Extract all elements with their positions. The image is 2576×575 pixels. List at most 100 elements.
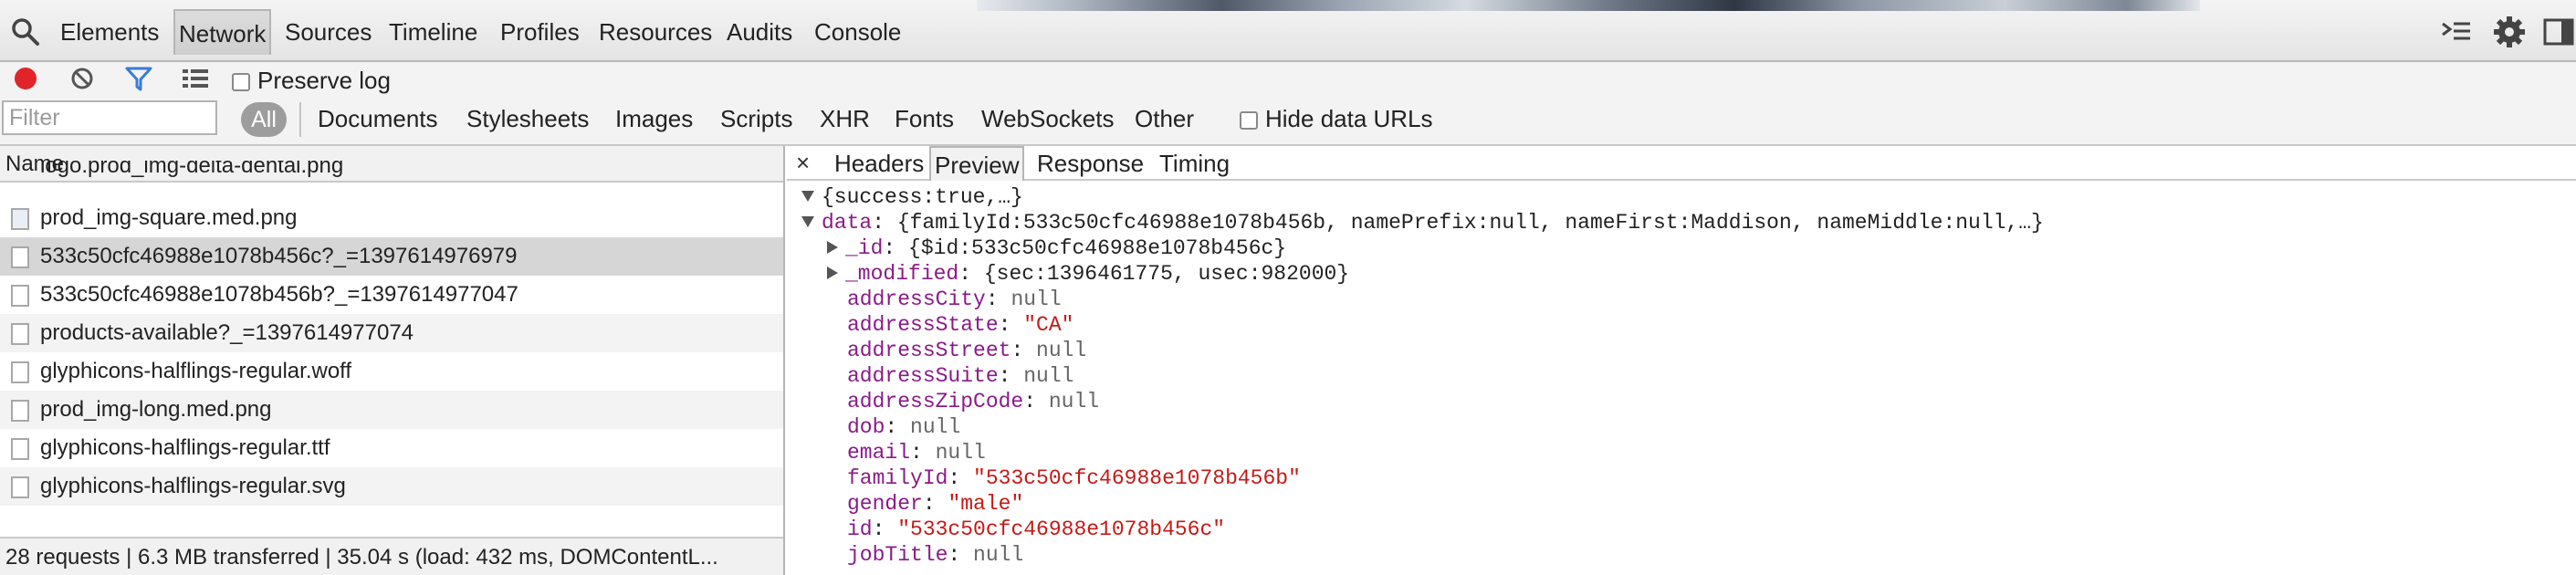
search-icon[interactable] <box>9 16 42 48</box>
request-name: glyphicons-halflings-regular.svg <box>40 474 346 498</box>
expand-triangle-icon[interactable] <box>801 216 814 227</box>
devtools-window: Elements Network Sources Timeline Profil… <box>0 0 2576 575</box>
collapse-triangle-icon[interactable] <box>827 267 838 279</box>
json-field: familyId: "533c50cfc46988e1078b456b" <box>847 466 1301 490</box>
large-rows-icon[interactable] <box>181 64 210 93</box>
filter-fonts[interactable]: Fonts <box>895 100 954 137</box>
image-file-icon <box>11 400 29 422</box>
preserve-log-box[interactable] <box>232 73 250 91</box>
tab-response[interactable]: Response <box>1033 146 1147 181</box>
broken-image-icon <box>11 208 29 230</box>
tab-timeline[interactable]: Timeline <box>385 9 481 55</box>
field-key: addressCity <box>847 288 986 311</box>
tab-network[interactable]: Network <box>173 9 272 55</box>
filter-scripts[interactable]: Scripts <box>720 100 792 137</box>
field-value: "533c50cfc46988e1078b456c" <box>897 518 1226 541</box>
detail-tab-bar: × Headers Preview Response Timing <box>787 146 2576 181</box>
filter-stylesheets[interactable]: Stylesheets <box>466 100 589 137</box>
filter-icon[interactable] <box>124 64 153 93</box>
json-modified-node[interactable]: _modified: {sec:1396461775, usec:982000} <box>827 261 1349 287</box>
field-value: null <box>910 415 961 439</box>
document-file-icon <box>11 323 29 345</box>
json-root-node[interactable]: {success:true,…} <box>801 184 1023 210</box>
tab-timing[interactable]: Timing <box>1156 146 1233 181</box>
field-key: addressStreet <box>847 339 1011 362</box>
json-field: email: null <box>847 441 986 465</box>
field-value: "CA" <box>1023 313 1074 337</box>
tab-console[interactable]: Console <box>811 9 905 55</box>
request-row[interactable]: 533c50cfc46988e1078b456c?_=1397614976979 <box>0 237 783 276</box>
filter-websockets[interactable]: WebSockets <box>981 100 1114 137</box>
json-id-node[interactable]: _id: {$id:533c50cfc46988e1078b456c} <box>827 235 1286 261</box>
field-key: addressSuite <box>847 364 999 388</box>
request-row[interactable]: glyphicons-halflings-regular.woff <box>0 352 783 391</box>
field-key: addressZipCode <box>847 390 1024 413</box>
request-name: glyphicons-halflings-regular.woff <box>40 359 352 383</box>
network-summary-status: 28 requests | 6.3 MB transferred | 35.04… <box>0 537 783 575</box>
request-row[interactable]: products-available?_=1397614977074 <box>0 314 783 352</box>
clear-icon[interactable] <box>69 66 95 91</box>
expand-triangle-icon[interactable] <box>801 191 814 202</box>
request-name: products-available?_=1397614977074 <box>40 320 414 345</box>
filter-xhr[interactable]: XHR <box>820 100 870 137</box>
hide-data-urls-checkbox[interactable]: Hide data URLs <box>1240 100 1433 137</box>
root-summary: {success:true,…} <box>822 185 1023 209</box>
modified-key: _modified <box>845 262 959 286</box>
json-field: addressState: "CA" <box>847 313 1074 337</box>
tab-elements[interactable]: Elements <box>57 9 162 55</box>
document-file-icon <box>11 476 29 498</box>
field-value: null <box>935 441 986 465</box>
field-value: null <box>1048 390 1100 413</box>
request-name: glyphicons-halflings-regular.ttf <box>40 435 330 460</box>
request-row[interactable]: logo.prod_img-delta-dental.png <box>0 161 783 188</box>
dock-side-icon[interactable] <box>2541 15 2576 49</box>
request-row[interactable]: glyphicons-halflings-regular.ttf <box>0 429 783 467</box>
field-value: null <box>973 543 1024 567</box>
tab-resources[interactable]: Resources <box>595 9 716 55</box>
json-field: id: "533c50cfc46988e1078b456c" <box>847 518 1226 541</box>
json-field: addressStreet: null <box>847 339 1087 362</box>
request-name: 533c50cfc46988e1078b456b?_=1397614977047 <box>40 282 518 307</box>
filter-other[interactable]: Other <box>1135 100 1194 137</box>
collapse-triangle-icon[interactable] <box>827 241 838 254</box>
gear-icon[interactable] <box>2492 15 2527 49</box>
id-summary: {$id:533c50cfc46988e1078b456c} <box>908 236 1287 260</box>
field-value: "male" <box>948 492 1024 516</box>
request-name: logo.prod_img-delta-dental.png <box>40 161 344 178</box>
tab-headers[interactable]: Headers <box>831 146 927 181</box>
filter-documents[interactable]: Documents <box>318 100 438 137</box>
hide-data-urls-box[interactable] <box>1240 111 1258 130</box>
close-icon[interactable]: × <box>796 148 810 177</box>
document-file-icon <box>11 361 29 383</box>
json-data-node[interactable]: data: {familyId:533c50cfc46988e1078b456b… <box>801 210 2044 235</box>
json-field: dob: null <box>847 415 961 439</box>
tab-profiles[interactable]: Profiles <box>497 9 583 55</box>
field-value: null <box>1036 339 1087 362</box>
request-row[interactable]: 533c50cfc46988e1078b456b?_=1397614977047 <box>0 276 783 314</box>
request-detail-panel: × Headers Preview Response Timing {succe… <box>787 146 2576 575</box>
preserve-log-checkbox[interactable]: Preserve log <box>232 64 391 97</box>
json-field: addressSuite: null <box>847 364 1074 388</box>
field-key: addressState <box>847 313 999 337</box>
tab-preview[interactable]: Preview <box>929 146 1025 181</box>
hide-data-urls-label: Hide data URLs <box>1265 105 1433 132</box>
field-key: dob <box>847 415 885 439</box>
filter-images[interactable]: Images <box>615 100 693 137</box>
request-row[interactable]: prod_img-square.med.png <box>0 199 783 237</box>
filter-input[interactable] <box>2 100 217 135</box>
filter-all-button[interactable]: All <box>241 102 287 137</box>
record-icon[interactable] <box>13 66 38 91</box>
field-key: gender <box>847 492 923 516</box>
json-field: gender: "male" <box>847 492 1024 516</box>
tab-audits[interactable]: Audits <box>723 9 796 55</box>
modified-summary: {sec:1396461775, usec:982000} <box>983 262 1350 286</box>
data-key: data <box>822 211 873 235</box>
console-drawer-icon[interactable] <box>2439 15 2474 49</box>
request-row[interactable]: glyphicons-halflings-regular.svg <box>0 467 783 506</box>
tab-sources[interactable]: Sources <box>281 9 375 55</box>
document-file-icon <box>11 285 29 307</box>
request-name: 533c50cfc46988e1078b456c?_=1397614976979 <box>40 244 518 268</box>
field-value: null <box>1011 288 1062 311</box>
field-key: id <box>847 518 873 541</box>
request-row[interactable]: prod_img-long.med.png <box>0 391 783 429</box>
